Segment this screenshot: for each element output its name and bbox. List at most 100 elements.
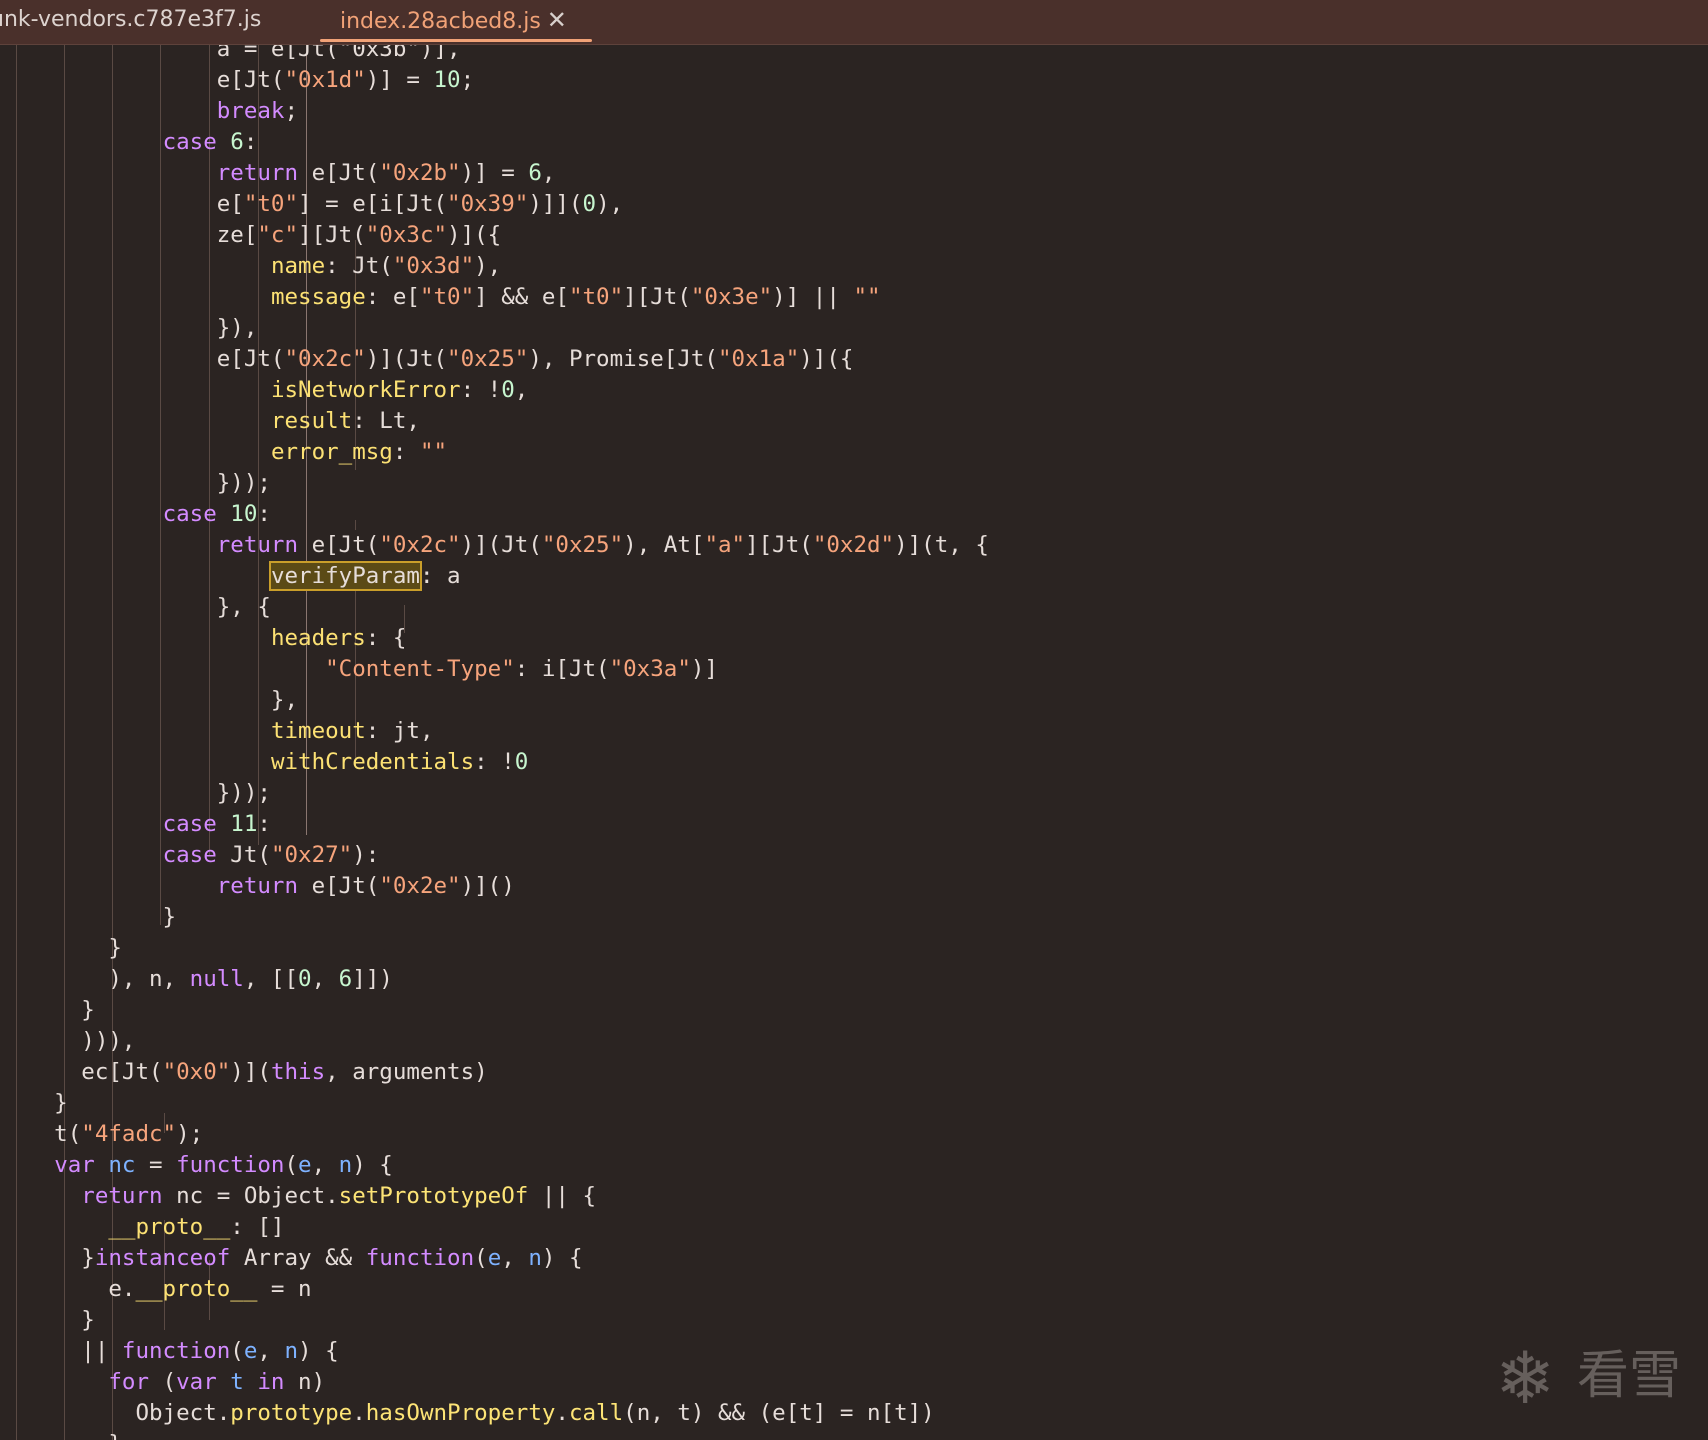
code-token: )](Jt( xyxy=(460,532,542,558)
code-line[interactable]: return e[Jt("0x2e")]() xyxy=(0,871,989,902)
code-token: : xyxy=(257,811,271,837)
code-line[interactable]: case 6: xyxy=(0,127,989,158)
code-line[interactable]: } xyxy=(0,995,989,1026)
code-token: : ! xyxy=(474,749,515,775)
code-token: || { xyxy=(528,1183,597,1209)
code-token: call xyxy=(568,1400,624,1426)
code-line[interactable]: return e[Jt("0x2c")](Jt("0x25"), At["a"]… xyxy=(0,530,989,561)
code-line[interactable]: return nc = Object.setPrototypeOf || { xyxy=(0,1181,989,1212)
code-line[interactable]: timeout: jt, xyxy=(0,716,989,747)
code-line[interactable]: a = e[Jt("0x3b")], xyxy=(0,45,989,65)
code-token: "0x2e" xyxy=(379,873,461,899)
code-token: : [] xyxy=(230,1214,285,1240)
code-editor[interactable]: a = e[Jt("0x3b")], e[Jt("0x1d")] = 10; b… xyxy=(0,45,1708,1440)
code-token: error_msg xyxy=(270,439,393,465)
code-line[interactable]: case 11: xyxy=(0,809,989,840)
close-icon[interactable]: ✕ xyxy=(547,6,567,34)
code-token: e[ xyxy=(0,191,244,217)
code-line[interactable]: e[Jt("0x2c")](Jt("0x25"), Promise[Jt("0x… xyxy=(0,344,989,375)
code-line[interactable]: }), xyxy=(0,313,989,344)
tab-chunk-vendors[interactable]: unk-vendors.c787e3f7.js xyxy=(0,0,261,44)
code-token: )] = xyxy=(365,67,434,93)
code-line[interactable]: } xyxy=(0,1429,989,1440)
code-line[interactable]: })); xyxy=(0,468,989,499)
code-token: )](Jt( xyxy=(365,346,448,372)
code-line[interactable]: var nc = function(e, n) { xyxy=(0,1150,989,1181)
code-line[interactable]: break; xyxy=(0,96,989,127)
code-token: null xyxy=(189,966,244,992)
code-token: } xyxy=(0,1245,95,1271)
code-token: ]]) xyxy=(352,966,393,992)
code-line[interactable]: ), n, null, [[0, 6]]) xyxy=(0,964,989,995)
code-line[interactable]: } xyxy=(0,933,989,964)
code-content[interactable]: a = e[Jt("0x3b")], e[Jt("0x1d")] = 10; b… xyxy=(0,45,989,1440)
code-line[interactable]: ))), xyxy=(0,1026,989,1057)
code-line[interactable]: case Jt("0x27"): xyxy=(0,840,989,871)
code-line[interactable]: verifyParam: a xyxy=(0,561,989,592)
code-line[interactable]: __proto__: [] xyxy=(0,1212,989,1243)
code-line[interactable]: name: Jt("0x3d"), xyxy=(0,251,989,282)
code-token: )]({ xyxy=(799,346,854,372)
code-token: "0x2c" xyxy=(379,532,461,558)
code-line[interactable]: return e[Jt("0x2b")] = 6, xyxy=(0,158,989,189)
code-line[interactable]: } xyxy=(0,1088,989,1119)
code-line[interactable]: }, xyxy=(0,685,989,716)
code-line[interactable]: withCredentials: !0 xyxy=(0,747,989,778)
code-token: Jt( xyxy=(230,842,271,868)
code-line[interactable]: e.__proto__ = n xyxy=(0,1274,989,1305)
code-token: , xyxy=(501,1245,529,1271)
code-token: n xyxy=(338,1152,353,1178)
code-token: "0x0" xyxy=(162,1059,231,1085)
code-token: 6 xyxy=(338,966,353,992)
code-token: Object. xyxy=(0,1400,231,1426)
code-line[interactable]: message: e["t0"] && e["t0"][Jt("0x3e")] … xyxy=(0,282,989,313)
code-line[interactable]: }instanceof Array && function(e, n) { xyxy=(0,1243,989,1274)
code-line[interactable]: }, { xyxy=(0,592,989,623)
code-token: : xyxy=(257,501,271,527)
code-line[interactable]: Object.prototype.hasOwnProperty.call(n, … xyxy=(0,1398,989,1429)
code-line[interactable]: || function(e, n) { xyxy=(0,1336,989,1367)
code-token: ec[Jt( xyxy=(0,1059,163,1085)
code-token: "t0" xyxy=(419,284,475,310)
code-token: )] = xyxy=(460,160,529,186)
code-token: __proto__ xyxy=(135,1276,258,1302)
code-line[interactable]: } xyxy=(0,1305,989,1336)
code-line[interactable]: error_msg: "" xyxy=(0,437,989,468)
code-line[interactable]: } xyxy=(0,902,989,933)
tab-index-active[interactable]: index.28acbed8.js ✕ xyxy=(320,0,592,44)
code-token: ) { xyxy=(298,1338,339,1364)
code-line[interactable]: for (var t in n) xyxy=(0,1367,989,1398)
code-token: ))), xyxy=(0,1028,136,1054)
code-token: case xyxy=(162,501,231,527)
code-token: "t0" xyxy=(568,284,624,310)
code-line[interactable]: t("4fadc"); xyxy=(0,1119,989,1150)
editor-tab-bar: unk-vendors.c787e3f7.js index.28acbed8.j… xyxy=(0,0,1708,45)
code-token: "0x3e" xyxy=(690,284,773,310)
code-token: ( xyxy=(230,1338,244,1364)
code-token: e[Jt( xyxy=(0,67,285,93)
code-token: a = e[Jt("0x3b")], xyxy=(0,45,461,62)
code-token: ][Jt( xyxy=(745,532,813,558)
code-line[interactable]: e[Jt("0x1d")] = 10; xyxy=(0,65,989,96)
code-token: "" xyxy=(853,284,881,310)
code-line[interactable]: result: Lt, xyxy=(0,406,989,437)
code-token: message xyxy=(270,284,366,310)
code-token: t xyxy=(230,1369,244,1395)
code-line[interactable]: headers: { xyxy=(0,623,989,654)
code-token: : Lt, xyxy=(352,408,420,434)
code-line[interactable]: ec[Jt("0x0")](this, arguments) xyxy=(0,1057,989,1088)
code-line[interactable]: })); xyxy=(0,778,989,809)
code-line[interactable]: case 10: xyxy=(0,499,989,530)
code-line[interactable]: "Content-Type": i[Jt("0x3a")] xyxy=(0,654,989,685)
code-token: function xyxy=(121,1338,231,1364)
code-line[interactable]: e["t0"] = e[i[Jt("0x39")]](0), xyxy=(0,189,989,220)
code-line[interactable]: isNetworkError: !0, xyxy=(0,375,989,406)
code-line[interactable]: ze["c"][Jt("0x3c")]({ xyxy=(0,220,989,251)
